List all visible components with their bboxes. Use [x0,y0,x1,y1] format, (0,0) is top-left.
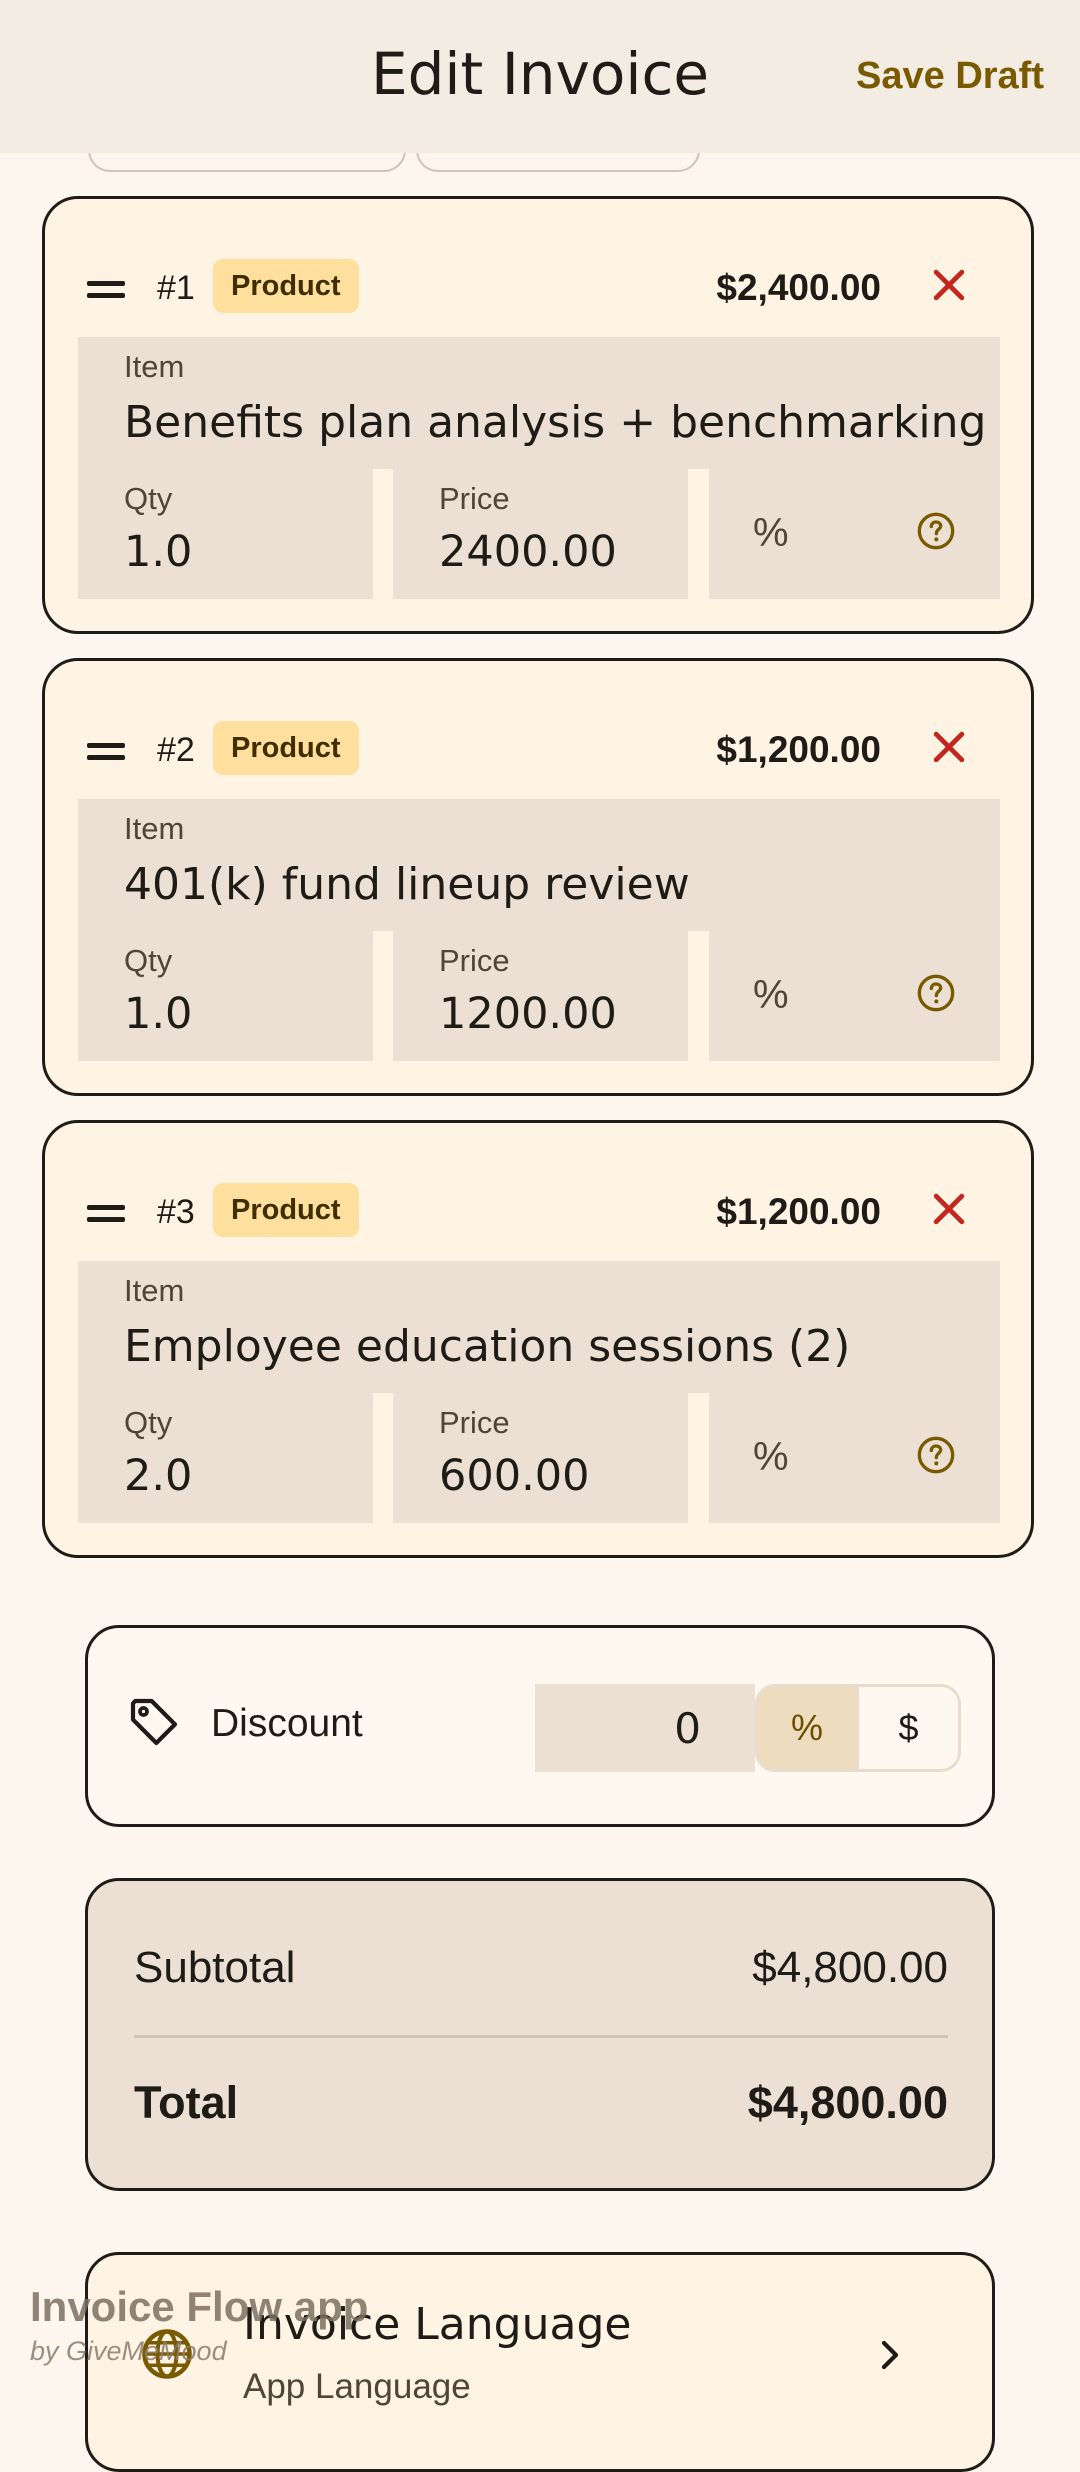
discount-label: Discount [211,1702,363,1745]
price-value: 600.00 [439,1451,590,1501]
discount-dollar-toggle[interactable]: $ [859,1684,961,1772]
price-label: Price [439,943,510,978]
line-number: #2 [157,731,195,769]
percent-symbol: % [753,511,789,555]
qty-label: Qty [124,943,173,978]
item-field[interactable]: Item Benefits plan analysis + benchmarki… [78,337,1000,469]
delete-icon[interactable] [927,263,971,307]
drag-handle-icon[interactable] [87,743,125,761]
drag-handle-icon[interactable] [87,281,125,299]
discount-card: Discount 0 % $ [85,1625,995,1827]
qty-value: 1.0 [124,989,193,1039]
item-label: Item [124,811,185,846]
tax-percent-field[interactable]: % [709,1393,1000,1523]
qty-field[interactable]: Qty 1.0 [78,469,373,599]
price-field[interactable]: Price 600.00 [393,1393,688,1523]
drag-handle-icon[interactable] [87,1205,125,1223]
qty-label: Qty [124,1405,173,1440]
line-item-card: #3 Product $1,200.00 Item Employee educa… [42,1120,1034,1558]
percent-symbol: % [753,973,789,1017]
help-icon[interactable] [916,973,956,1013]
total-label: Total [134,2077,239,2128]
item-label: Item [124,1273,185,1308]
item-label: Item [124,349,185,384]
tax-percent-field[interactable]: % [709,469,1000,599]
type-badge: Product [213,721,359,775]
item-value: Benefits plan analysis + benchmarking [124,397,987,448]
line-number: #3 [157,1193,195,1231]
subtotal-label: Subtotal [134,1943,296,1992]
line-item-card: #1 Product $2,400.00 Item Benefits plan … [42,196,1034,634]
delete-icon[interactable] [927,725,971,769]
price-label: Price [439,1405,510,1440]
type-badge: Product [213,259,359,313]
qty-field[interactable]: Qty 1.0 [78,931,373,1061]
price-field[interactable]: Price 1200.00 [393,931,688,1061]
subtotal-value: $4,800.00 [752,1943,948,1992]
qty-value: 2.0 [124,1451,193,1501]
totals-card: Subtotal $4,800.00 Total $4,800.00 [85,1878,995,2191]
item-value: 401(k) fund lineup review [124,859,690,910]
line-item-card: #2 Product $1,200.00 Item 401(k) fund li… [42,658,1034,1096]
invoice-language-subtitle: App Language [243,2367,471,2406]
percent-symbol: % [753,1435,789,1479]
discount-input[interactable]: 0 [535,1684,755,1772]
watermark-title: Invoice Flow app [30,2283,369,2330]
item-field[interactable]: Item 401(k) fund lineup review [78,799,1000,931]
save-draft-button[interactable]: Save Draft [856,55,1044,98]
item-field[interactable]: Item Employee education sessions (2) [78,1261,1000,1393]
tax-percent-field[interactable]: % [709,931,1000,1061]
tag-icon [130,1698,178,1746]
watermark-byline: by GiveMeMood [30,2336,227,2366]
qty-field[interactable]: Qty 2.0 [78,1393,373,1523]
item-value: Employee education sessions (2) [124,1321,851,1372]
price-value: 1200.00 [439,989,617,1039]
price-value: 2400.00 [439,527,617,577]
price-label: Price [439,481,510,516]
line-number: #1 [157,269,195,307]
qty-value: 1.0 [124,527,193,577]
help-icon[interactable] [916,511,956,551]
discount-percent-toggle[interactable]: % [755,1684,859,1772]
app-bar: Edit Invoice Save Draft [0,0,1080,153]
line-amount: $2,400.00 [716,267,881,308]
qty-label: Qty [124,481,173,516]
type-badge: Product [213,1183,359,1237]
price-field[interactable]: Price 2400.00 [393,469,688,599]
line-amount: $1,200.00 [716,1191,881,1232]
total-value: $4,800.00 [747,2077,948,2128]
line-amount: $1,200.00 [716,729,881,770]
delete-icon[interactable] [927,1187,971,1231]
chevron-right-icon [881,2340,899,2370]
divider [134,2035,948,2038]
help-icon[interactable] [916,1435,956,1475]
